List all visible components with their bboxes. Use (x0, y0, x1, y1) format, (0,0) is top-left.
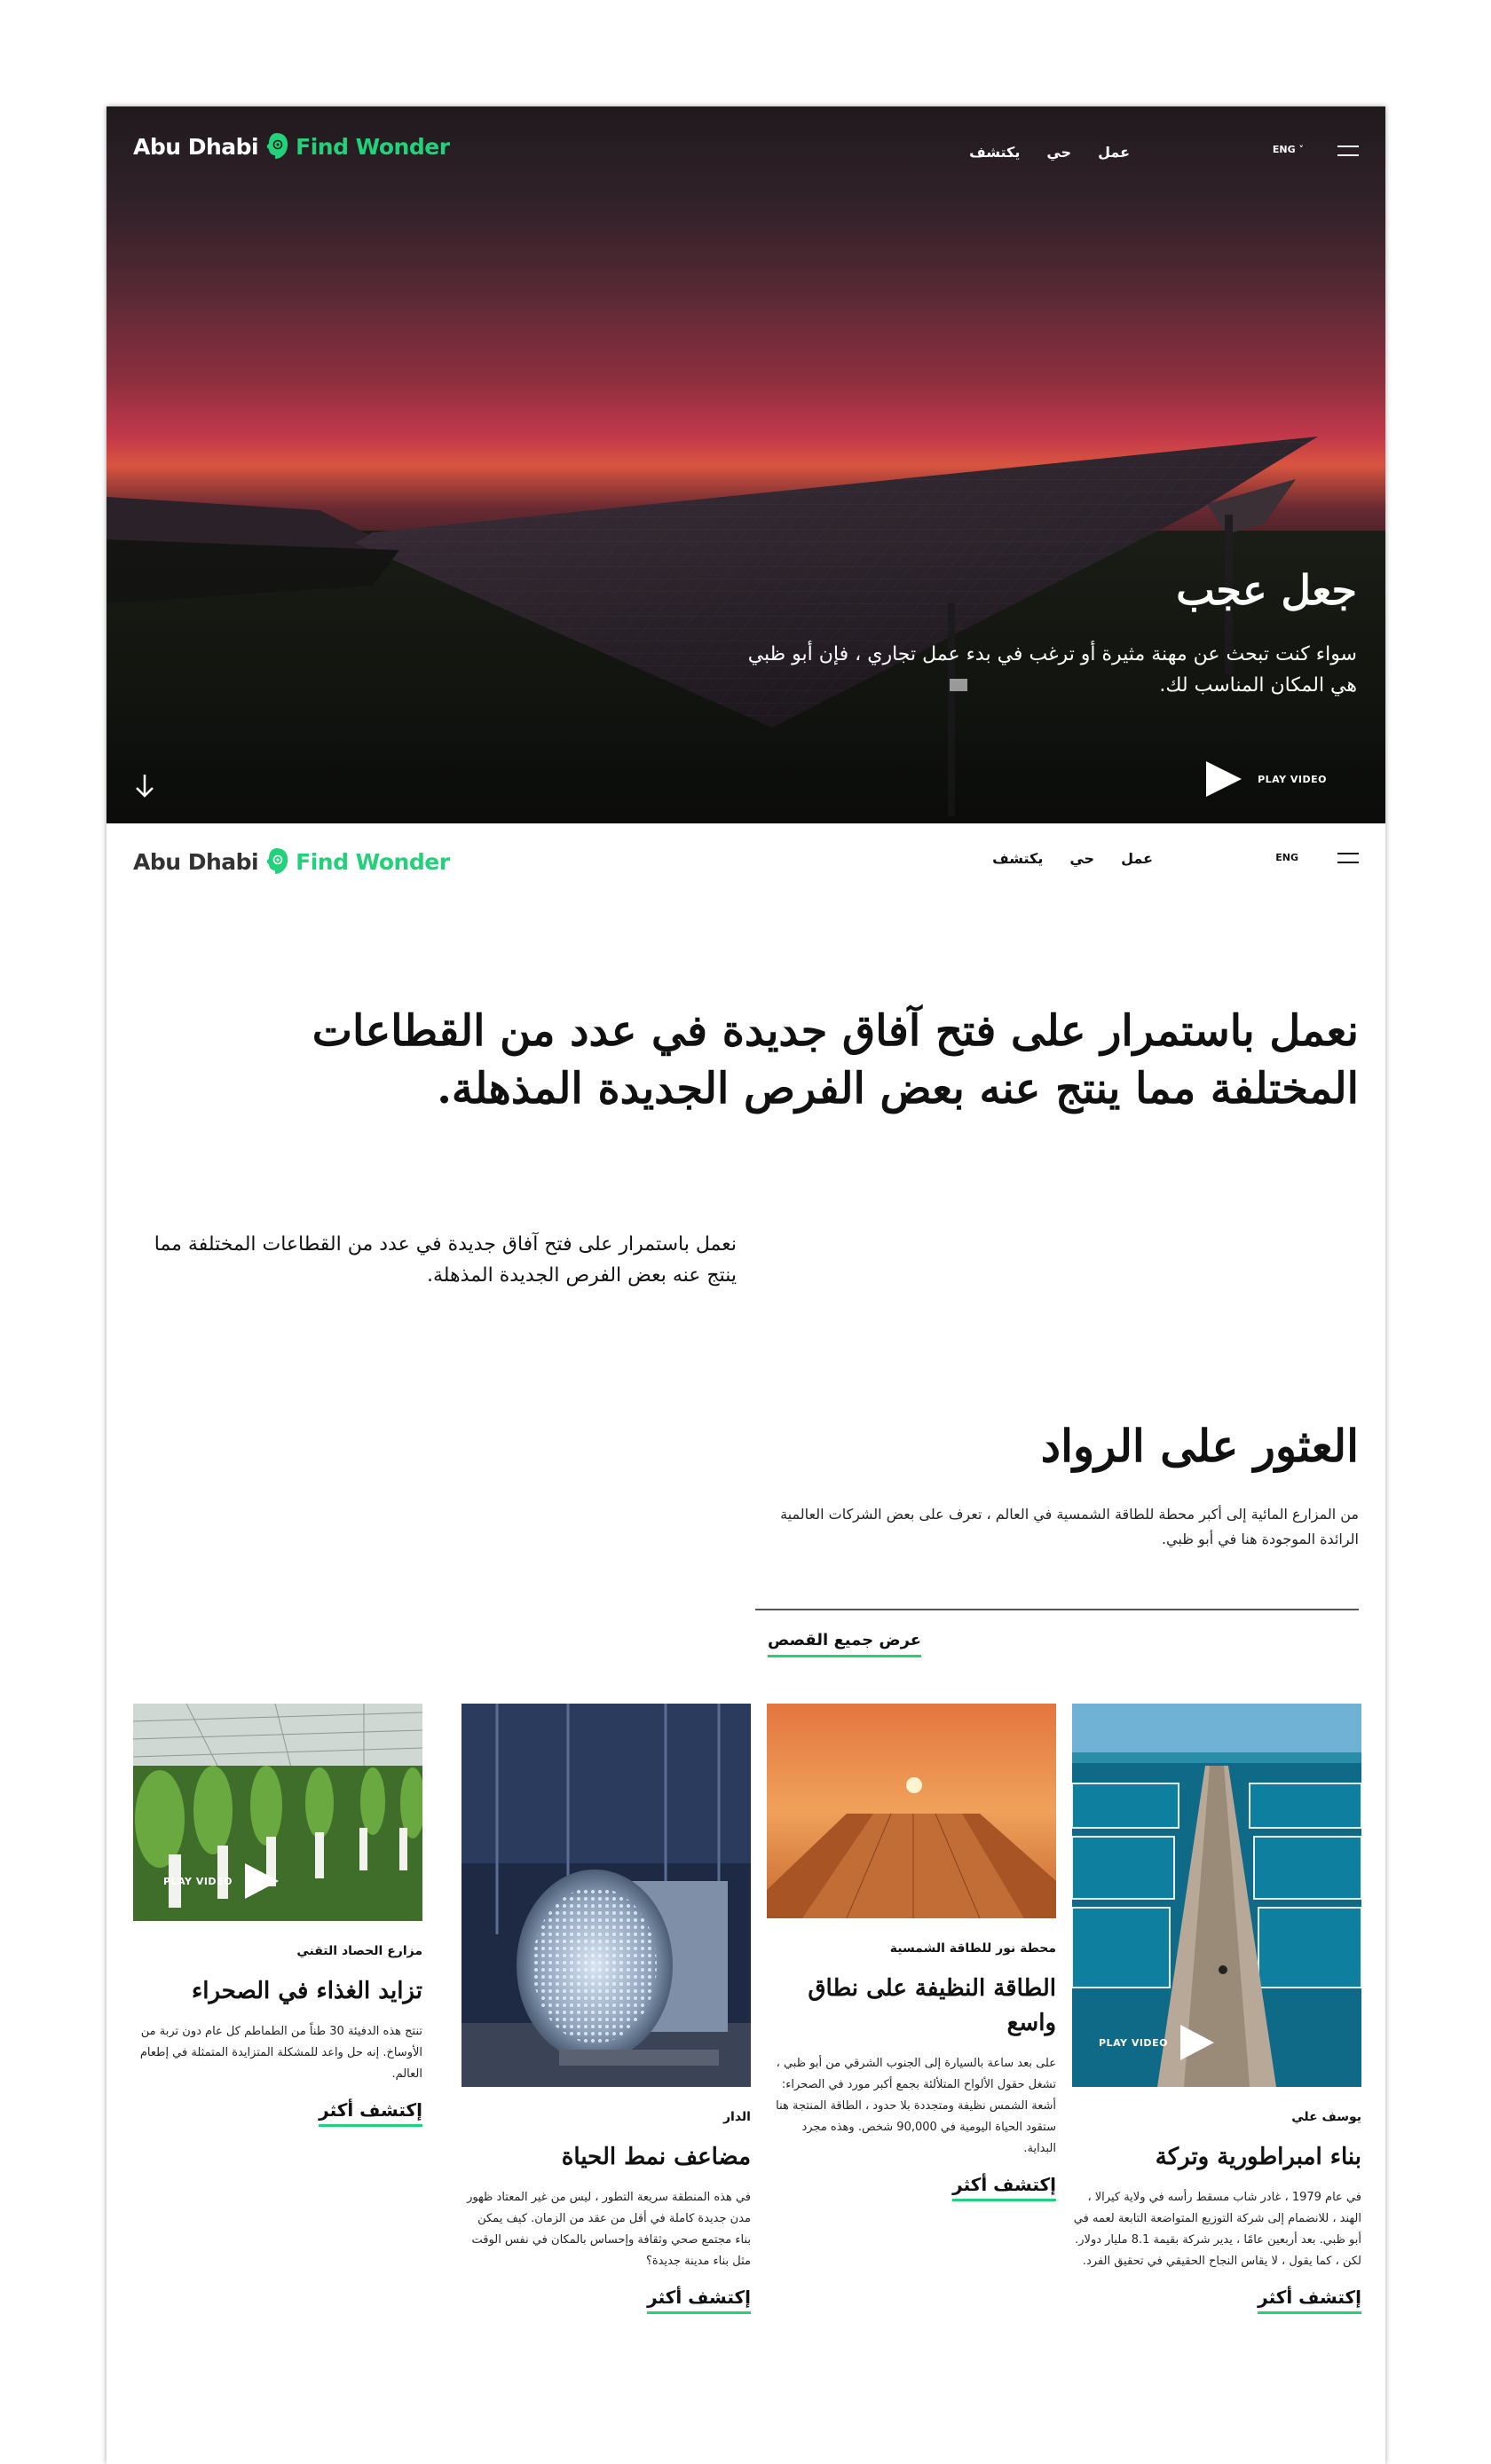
intro-paragraph: نعمل باستمرار على فتح آفاق جديدة في عدد … (154, 1233, 737, 1287)
story-card[interactable]: الدار مضاعف نمط الحياة في هذه المنطقة سر… (462, 1704, 751, 2315)
nav-link-work[interactable]: عمل (1098, 144, 1130, 161)
arrow-down-icon[interactable] (131, 768, 158, 803)
discover-more-link[interactable]: إكتشف أكثر (319, 2099, 422, 2128)
brand-name-part2: Find Wonder (296, 848, 450, 875)
story-image-industrial[interactable] (462, 1704, 751, 2087)
section-description: من المزارع المائية إلى أكبر محطة للطاقة … (780, 1506, 1359, 1547)
language-selector[interactable]: ENG ˅ (1273, 144, 1304, 155)
discover-more-link[interactable]: إكتشف أكثر (952, 2174, 1056, 2202)
brand-mark-icon (266, 133, 288, 159)
brand-logo[interactable]: Abu Dhabi Find Wonder (133, 131, 450, 161)
card-body: على بعد ساعة بالسيارة إلى الجنوب الشرقي … (776, 2057, 1056, 2156)
page-frame: Abu Dhabi Find Wonder عمل حي يكتشف ENG ˅… (106, 106, 1385, 2464)
card-title[interactable]: بناء امبراطورية وتركة (1072, 2140, 1361, 2175)
nav-link-live[interactable]: حي (1046, 144, 1071, 161)
play-video-label: PLAY VIDEO (1258, 773, 1327, 785)
brand-name-part2: Find Wonder (296, 133, 450, 160)
brand-mark-icon (266, 848, 288, 874)
hero-play-video-button[interactable]: PLAY VIDEO (1206, 761, 1327, 797)
hero-title: جعل عجب (1176, 566, 1357, 614)
card-title[interactable]: تزايد الغذاء في الصحراء (133, 1974, 422, 2009)
industrial-machine-image (462, 1704, 751, 2087)
card-body: في عام 1979 ، غادر شاب مسقط رأسه في ولاي… (1073, 2191, 1361, 2269)
primary-nav: عمل حي يكتشف (969, 144, 1130, 161)
play-icon (1206, 761, 1242, 797)
card-body: تنتج هذه الدفيئة 30 طناً من الطماطم كل ع… (139, 2025, 422, 2082)
card-play-video-button[interactable]: PLAY VIDEO (1099, 2025, 1214, 2060)
play-video-label: PLAY VIDEO (1099, 2036, 1168, 2049)
card-title[interactable]: الطاقة النظيفة على نطاق واسع (767, 1972, 1056, 2041)
primary-nav: عمل حي يكتشف (992, 850, 1153, 867)
brand-name-part1: Abu Dhabi (133, 848, 259, 875)
language-selector[interactable]: ENG (1275, 852, 1298, 863)
card-category: محطة نور للطاقة الشمسية (889, 1941, 1056, 1956)
section-divider (755, 1609, 1359, 1610)
play-icon (1179, 2025, 1214, 2060)
discover-more-link[interactable]: إكتشف أكثر (1258, 2287, 1361, 2315)
hero-section: Abu Dhabi Find Wonder عمل حي يكتشف ENG ˅… (106, 106, 1385, 823)
discover-more-link[interactable]: إكتشف أكثر (647, 2287, 751, 2315)
card-category: مزارع الحصاد التقني (296, 1944, 422, 1958)
section-title: العثور على الرواد (1040, 1420, 1359, 1472)
card-title[interactable]: مضاعف نمط الحياة (462, 2140, 751, 2175)
story-image-greenhouse[interactable]: PLAY VIDEO (133, 1704, 422, 1921)
nav-link-work[interactable]: عمل (1121, 850, 1153, 867)
hamburger-menu-icon[interactable] (1337, 853, 1359, 863)
story-image-aquaculture[interactable]: PLAY VIDEO (1072, 1704, 1361, 2087)
nav-link-discover[interactable]: يكتشف (969, 144, 1020, 161)
nav-link-discover[interactable]: يكتشف (992, 850, 1043, 867)
story-card[interactable]: PLAY VIDEO يوسف علي بناء امبراطورية وترك… (1072, 1704, 1361, 2315)
play-video-label: PLAY VIDEO (163, 1875, 233, 1887)
card-category: الدار (722, 2110, 751, 2124)
nav-link-live[interactable]: حي (1069, 850, 1094, 867)
story-card[interactable]: PLAY VIDEO مزارع الحصاد التقني تزايد الغ… (133, 1704, 422, 2128)
sticky-navigation: Abu Dhabi Find Wonder عمل حي يكتشف ENG (106, 823, 1385, 894)
card-body: في هذه المنطقة سريعة التطور ، ليس من غير… (467, 2191, 751, 2269)
top-navigation: Abu Dhabi Find Wonder عمل حي يكتشف ENG ˅ (106, 106, 1385, 195)
hero-subtitle: سواء كنت تبحث عن مهنة مثيرة أو ترغب في ب… (747, 643, 1357, 697)
story-image-solar[interactable] (767, 1704, 1056, 1918)
view-all-stories-link[interactable]: عرض جميع القصص (768, 1631, 922, 1657)
lead-statement: نعمل باستمرار على فتح آفاق جديدة في عدد … (312, 1006, 1359, 1114)
hero-overlay (106, 106, 1385, 823)
play-icon (244, 1863, 279, 1899)
story-card[interactable]: محطة نور للطاقة الشمسية الطاقة النظيفة ع… (767, 1704, 1056, 2202)
hamburger-menu-icon[interactable] (1337, 146, 1359, 156)
card-category: يوسف علي (1291, 2110, 1361, 2124)
brand-name-part1: Abu Dhabi (133, 133, 259, 160)
card-play-video-button[interactable]: PLAY VIDEO (163, 1863, 279, 1899)
solar-sunset-image (767, 1704, 1056, 1918)
brand-logo[interactable]: Abu Dhabi Find Wonder (133, 846, 450, 877)
